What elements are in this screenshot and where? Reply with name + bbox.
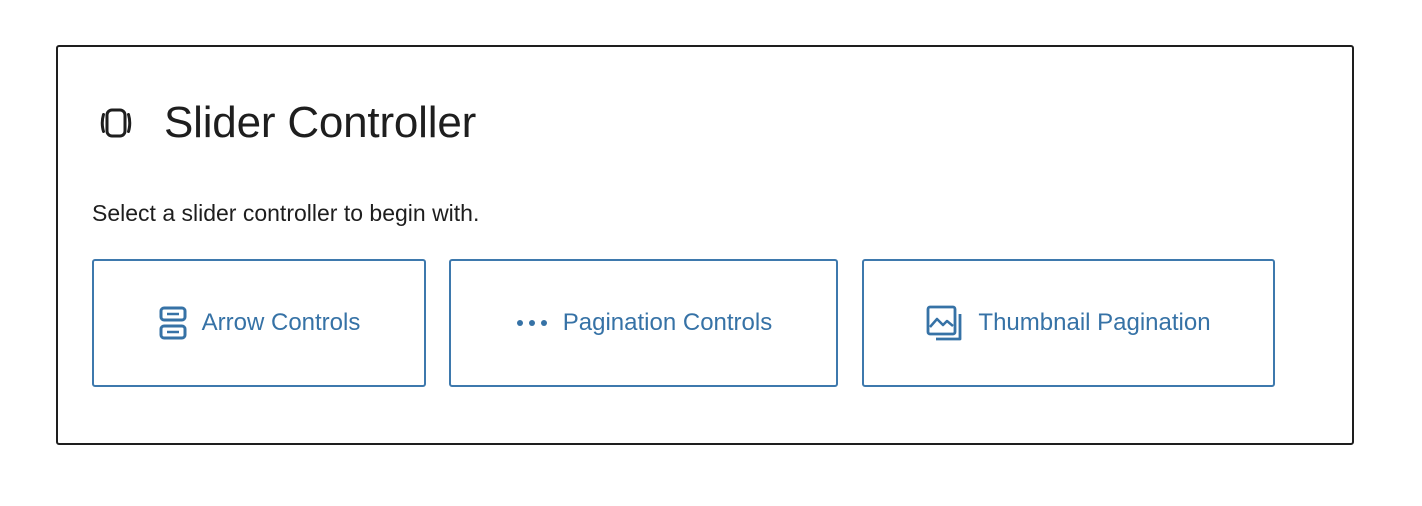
arrow-controls-icon <box>158 305 188 341</box>
thumbnail-pagination-button[interactable]: Thumbnail Pagination <box>862 259 1275 387</box>
thumbnail-pagination-label: Thumbnail Pagination <box>978 309 1211 336</box>
image-gallery-icon <box>926 304 964 342</box>
pagination-controls-button[interactable]: Pagination Controls <box>449 259 838 387</box>
arrow-controls-button[interactable]: Arrow Controls <box>92 259 426 387</box>
placeholder-instructions: Select a slider controller to begin with… <box>92 200 480 226</box>
arrow-controls-label: Arrow Controls <box>201 309 361 336</box>
pagination-controls-label: Pagination Controls <box>562 309 773 336</box>
slider-controller-placeholder: Slider Controller Select a slider contro… <box>56 45 1354 445</box>
slider-icon <box>98 105 134 141</box>
ellipsis-dots-icon <box>515 318 549 328</box>
placeholder-title: Slider Controller <box>164 98 477 147</box>
placeholder-header: Slider Controller <box>98 95 476 151</box>
